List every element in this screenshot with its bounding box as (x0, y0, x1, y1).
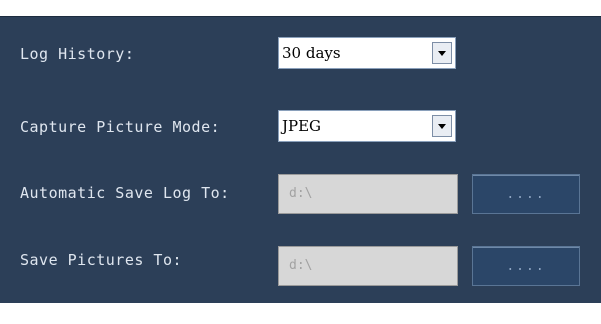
save-pictures-label: Save Pictures To: (20, 251, 183, 269)
dropdown-arrow-button[interactable] (432, 115, 452, 137)
top-cropped-caption (0, 0, 601, 16)
automatic-save-log-browse-button[interactable]: .... (472, 174, 580, 214)
automatic-save-log-path-value: d:\ (289, 186, 313, 201)
capture-picture-mode-label: Capture Picture Mode: (20, 118, 221, 136)
dropdown-arrow-button[interactable] (432, 42, 452, 64)
save-pictures-path-field: d:\ (278, 246, 458, 286)
log-history-label: Log History: (20, 45, 135, 63)
save-pictures-path-value: d:\ (289, 258, 313, 273)
chevron-down-icon (438, 123, 446, 129)
chevron-down-icon (438, 50, 446, 56)
save-pictures-browse-button[interactable]: .... (472, 246, 580, 286)
log-history-value: 30 days (282, 44, 341, 62)
capture-picture-mode-value: JPEG (282, 117, 322, 135)
automatic-save-log-path-field: d:\ (278, 174, 458, 214)
capture-picture-mode-select[interactable]: JPEG (278, 110, 456, 142)
automatic-save-log-label: Automatic Save Log To: (20, 184, 230, 202)
settings-panel: Log History: 30 days Capture Picture Mod… (0, 16, 601, 303)
log-history-select[interactable]: 30 days (278, 37, 456, 69)
